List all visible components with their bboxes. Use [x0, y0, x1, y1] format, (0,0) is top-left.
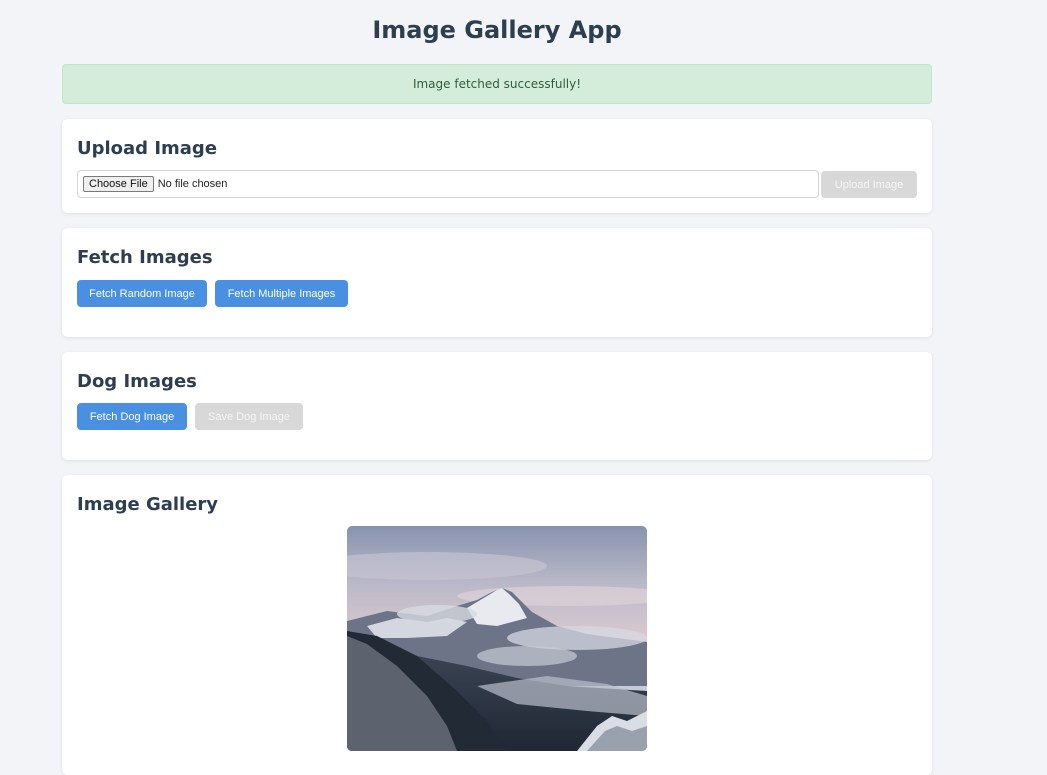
- choose-file-button[interactable]: Choose File: [83, 176, 154, 192]
- gallery-image[interactable]: [347, 526, 647, 751]
- fetch-card: Fetch Images Fetch Random Image Fetch Mu…: [62, 228, 932, 337]
- fetch-random-image-button[interactable]: Fetch Random Image: [77, 280, 207, 307]
- dog-card: Dog Images Fetch Dog Image Save Dog Imag…: [62, 352, 932, 460]
- page-title: Image Gallery App: [372, 16, 622, 44]
- success-alert: Image fetched successfully!: [62, 64, 932, 104]
- save-dog-image-button[interactable]: Save Dog Image: [195, 403, 303, 430]
- alert-message: Image fetched successfully!: [412, 77, 582, 91]
- dog-title: Dog Images: [77, 371, 197, 392]
- fetch-multiple-images-button[interactable]: Fetch Multiple Images: [215, 280, 348, 307]
- upload-image-button[interactable]: Upload Image: [821, 171, 917, 198]
- upload-title: Upload Image: [77, 138, 218, 159]
- gallery-card: Image Gallery: [62, 475, 932, 775]
- file-status-text: No file chosen: [157, 178, 228, 190]
- gallery-title: Image Gallery: [77, 494, 219, 515]
- file-input[interactable]: Choose File No file chosen: [77, 170, 819, 198]
- upload-card: Upload Image Choose File No file chosen …: [62, 119, 932, 213]
- fetch-dog-image-button[interactable]: Fetch Dog Image: [77, 403, 187, 430]
- fetch-title: Fetch Images: [77, 247, 213, 268]
